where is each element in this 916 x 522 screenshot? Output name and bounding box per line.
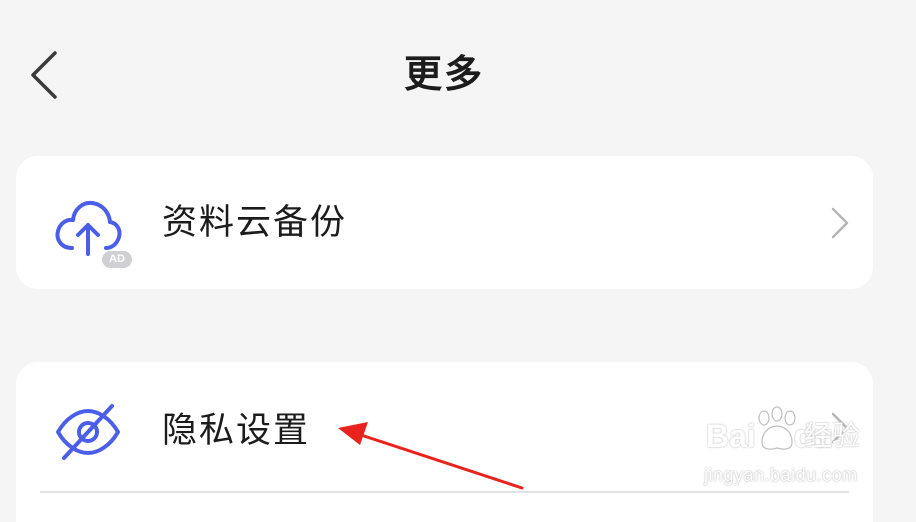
- cloud-backup-item[interactable]: AD 资料云备份: [16, 156, 873, 289]
- eye-off-icon: [56, 404, 120, 460]
- privacy-settings-label: 隐私设置: [162, 411, 311, 451]
- cloud-backup-label: 资料云备份: [162, 203, 348, 243]
- header-bar: 更多: [0, 0, 916, 150]
- ad-badge: AD: [102, 251, 132, 268]
- chevron-right-icon: [831, 207, 849, 239]
- backup-card: AD 资料云备份: [16, 156, 873, 289]
- chevron-right-icon: [831, 412, 849, 444]
- annotation-arrow: [338, 422, 524, 490]
- page-title: 更多: [403, 52, 484, 96]
